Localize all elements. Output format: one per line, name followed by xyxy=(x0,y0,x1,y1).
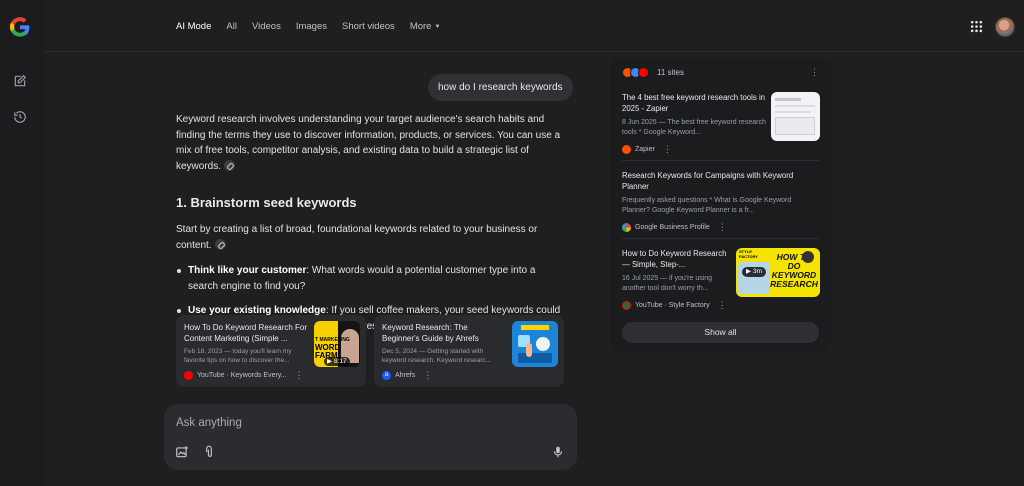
attach-icon[interactable] xyxy=(202,445,216,459)
list-item: Think like your customer: What words wou… xyxy=(176,263,566,294)
duration-label: 3m xyxy=(753,268,763,275)
source-card-snippet: Dec 5, 2024 — Getting started with keywo… xyxy=(382,348,492,364)
sources-panel: 11 sites ⋮ The 4 best free keyword resea… xyxy=(610,58,831,352)
more-options-icon[interactable]: ⋮ xyxy=(718,222,727,233)
apps-grid-icon[interactable] xyxy=(970,20,983,33)
top-bar: AI Mode All Videos Images Short videos M… xyxy=(44,0,1024,52)
google-favicon-icon xyxy=(622,223,631,232)
sites-count: 11 sites xyxy=(657,68,684,77)
microphone-icon[interactable] xyxy=(551,445,565,459)
video-thumbnail[interactable]: STYLE FACTORY HOW TO DO KEYWORD RESEARCH… xyxy=(736,248,820,297)
more-options-icon[interactable]: ⋮ xyxy=(663,144,672,155)
source-card-title: How To Do Keyword Research For Content M… xyxy=(184,323,308,343)
source-item-title: The 4 best free keyword research tools i… xyxy=(622,93,766,113)
tab-short-videos[interactable]: Short videos xyxy=(342,21,395,32)
caret-down-icon: ▼ xyxy=(434,24,441,30)
youtube-favicon-icon xyxy=(638,67,649,78)
tab-videos[interactable]: Videos xyxy=(252,21,281,32)
video-duration: ▶ 3m xyxy=(742,267,767,277)
source-card-snippet: Feb 18, 2023 — today you'll learn my fav… xyxy=(184,348,292,364)
source-link-icon[interactable] xyxy=(214,238,226,250)
video-duration: ▶ 8:17 xyxy=(324,357,350,366)
ask-input[interactable] xyxy=(176,414,556,432)
more-options-icon[interactable]: ⋮ xyxy=(295,370,304,381)
source-card-site-name: YouTube · Keywords Every... xyxy=(197,372,287,379)
source-item[interactable]: Research Keywords for Campaigns with Key… xyxy=(622,170,820,233)
thumb-top-text: STYLE FACTORY xyxy=(739,249,758,259)
divider xyxy=(622,160,819,161)
duration-label: 8:17 xyxy=(334,358,347,365)
history-icon[interactable] xyxy=(11,108,29,126)
source-item-snippet: Frequently asked questions * What is Goo… xyxy=(622,197,792,214)
answer-step-text: Start by creating a list of broad, found… xyxy=(176,224,538,251)
tab-all[interactable]: All xyxy=(226,21,237,32)
google-logo-icon[interactable] xyxy=(9,16,31,38)
article-thumbnail[interactable] xyxy=(512,321,558,367)
source-card-site: a Ahrefs ⋮ xyxy=(382,370,432,381)
user-query-bubble: how do I research keywords xyxy=(428,74,573,101)
ahrefs-favicon-icon: a xyxy=(382,371,391,380)
tab-more[interactable]: More ▼ xyxy=(410,21,441,32)
show-all-button[interactable]: Show all xyxy=(622,322,819,343)
tab-ai-mode[interactable]: AI Mode xyxy=(176,21,211,32)
source-item-site-name: Zapier xyxy=(635,146,655,153)
play-icon: ▶ xyxy=(327,358,332,365)
answer-intro: Keyword research involves understanding … xyxy=(176,112,566,174)
source-item-site: Google Business Profile ⋮ xyxy=(622,222,820,233)
source-card-title: Keyword Research: The Beginner's Guide b… xyxy=(382,323,479,343)
video-thumbnail[interactable]: T MARKETING WORD FARM ▶ 8:17 xyxy=(314,321,360,367)
bullet-bold: Think like your customer xyxy=(188,265,307,276)
ai-answer: Keyword research involves understanding … xyxy=(176,112,566,343)
source-card[interactable]: Keyword Research: The Beginner's Guide b… xyxy=(374,315,564,387)
answer-heading: 1. Brainstorm seed keywords xyxy=(176,195,357,210)
answer-step: Start by creating a list of broad, found… xyxy=(176,222,566,253)
source-item-site: Zapier ⋮ xyxy=(622,144,767,155)
source-item-site: YouTube · Style Factory ⋮ xyxy=(622,300,730,311)
tab-images[interactable]: Images xyxy=(296,21,327,32)
article-thumbnail xyxy=(771,92,820,141)
source-card[interactable]: How To Do Keyword Research For Content M… xyxy=(176,315,366,387)
source-card-site-name: Ahrefs xyxy=(395,372,416,379)
sources-header: 11 sites xyxy=(622,67,684,78)
left-rail xyxy=(0,0,44,486)
new-chat-icon[interactable] xyxy=(11,72,29,90)
source-item-snippet: 8 Jun 2025 — The best free keyword resea… xyxy=(622,119,766,136)
play-icon: ▶ xyxy=(746,268,751,275)
source-card-site: YouTube · Keywords Every... ⋮ xyxy=(184,370,304,381)
source-item-title: Research Keywords for Campaigns with Key… xyxy=(622,171,794,191)
source-link-icon[interactable] xyxy=(224,159,236,171)
source-item[interactable]: The 4 best free keyword research tools i… xyxy=(622,92,820,155)
account-avatar[interactable] xyxy=(995,17,1015,37)
tab-more-label: More xyxy=(409,21,432,32)
panel-more-options-icon[interactable]: ⋮ xyxy=(810,67,819,78)
youtube-favicon-icon xyxy=(622,301,631,310)
channel-badge-icon xyxy=(802,251,814,263)
search-tabs: AI Mode All Videos Images Short videos M… xyxy=(176,21,455,32)
source-item-site-name: Google Business Profile xyxy=(635,224,710,231)
zapier-favicon-icon xyxy=(622,145,631,154)
source-item-site-name: YouTube · Style Factory xyxy=(635,302,710,309)
more-options-icon[interactable]: ⋮ xyxy=(718,300,727,311)
youtube-favicon-icon xyxy=(184,371,193,380)
add-image-icon[interactable] xyxy=(175,445,189,459)
divider xyxy=(622,238,819,239)
source-item-snippet: 16 Jul 2025 — if you're using another to… xyxy=(622,275,713,292)
source-item-title: How to Do Keyword Research — Simple, Ste… xyxy=(622,249,727,269)
site-favicons xyxy=(622,67,649,78)
source-item[interactable]: How to Do Keyword Research — Simple, Ste… xyxy=(622,248,820,311)
ask-box xyxy=(164,404,577,470)
more-options-icon[interactable]: ⋮ xyxy=(423,370,432,381)
